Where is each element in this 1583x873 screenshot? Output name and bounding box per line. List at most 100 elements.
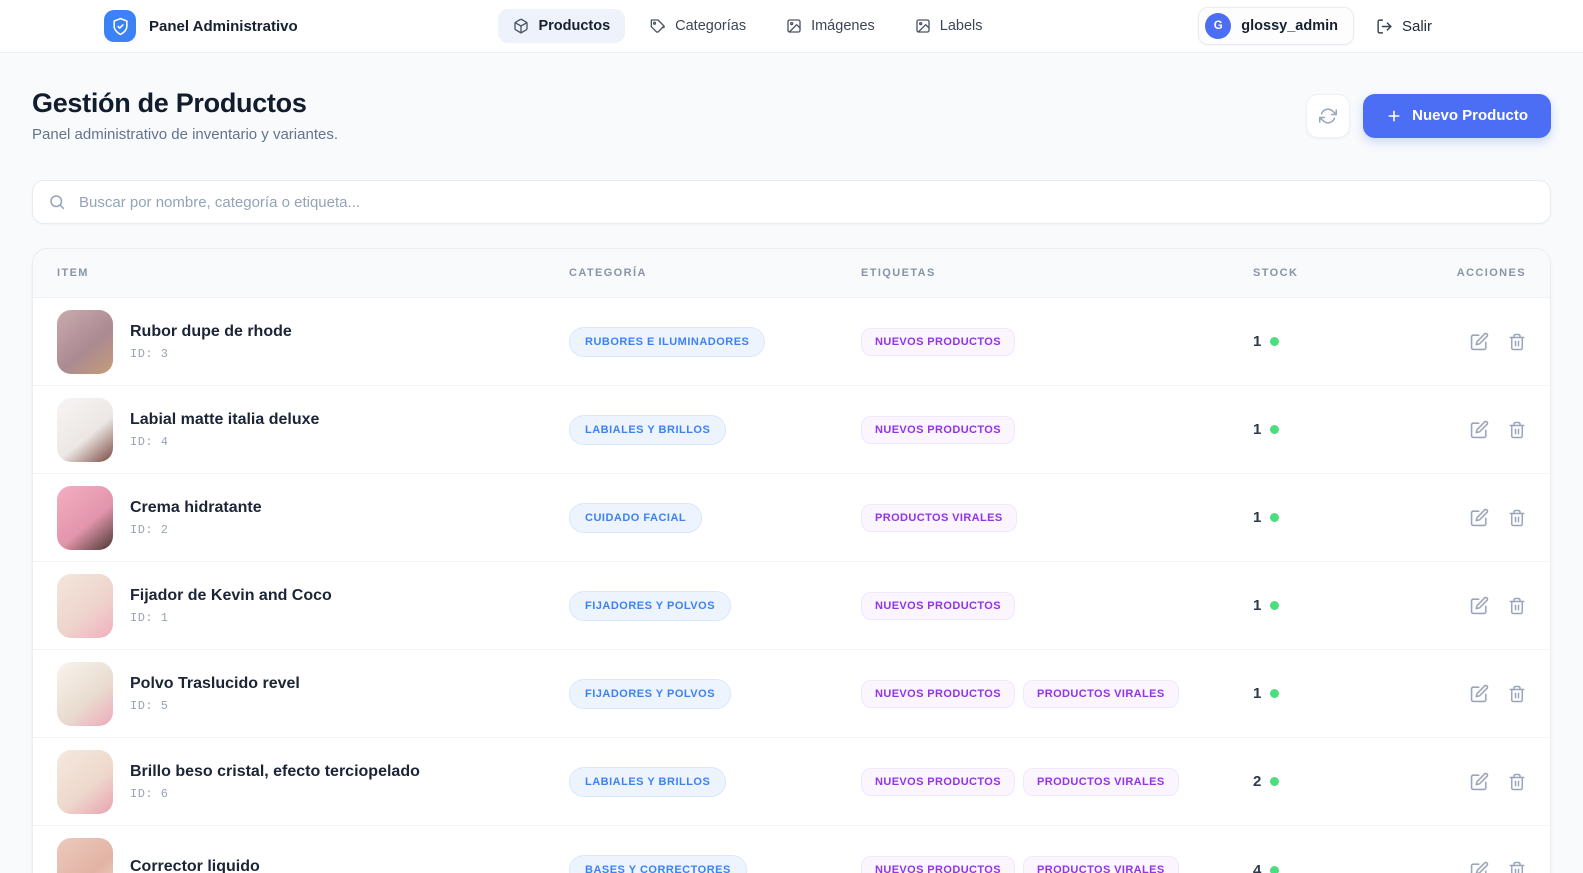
item-cell: Brillo beso cristal, efecto terciopelado… bbox=[57, 749, 569, 814]
tags-cell: PRODUCTOS VIRALES bbox=[861, 503, 1253, 532]
product-info: Labial matte italia deluxe ID: 4 bbox=[130, 411, 319, 449]
stock-cell: 1 bbox=[1253, 421, 1419, 438]
main-nav: Productos Categorías Imágenes Labels bbox=[498, 9, 997, 43]
tags-cell: NUEVOS PRODUCTOS bbox=[861, 415, 1253, 444]
edit-icon bbox=[1470, 684, 1489, 703]
category-badge: LABIALES Y BRILLOS bbox=[569, 414, 727, 445]
delete-button[interactable] bbox=[1508, 861, 1526, 873]
product-id: ID: 2 bbox=[130, 522, 169, 537]
edit-button[interactable] bbox=[1470, 332, 1489, 351]
delete-button[interactable] bbox=[1508, 333, 1526, 351]
tag-badge: PRODUCTOS VIRALES bbox=[1023, 856, 1179, 873]
edit-icon bbox=[1470, 420, 1489, 439]
table-row: Crema hidratante ID: 2 CUIDADO FACIAL PR… bbox=[33, 474, 1550, 562]
stock-status-dot bbox=[1270, 337, 1280, 346]
item-cell: Rubor dupe de rhode ID: 3 bbox=[57, 309, 569, 374]
table-row: Brillo beso cristal, efecto terciopelado… bbox=[33, 738, 1550, 826]
delete-button[interactable] bbox=[1508, 773, 1526, 791]
product-name: Polvo Traslucido revel bbox=[130, 674, 300, 692]
category-cell: BASES Y CORRECTORES bbox=[569, 855, 861, 873]
new-product-button[interactable]: Nuevo Producto bbox=[1363, 93, 1551, 138]
logout-button[interactable]: Salir bbox=[1376, 18, 1432, 35]
table-row: Labial matte italia deluxe ID: 4 LABIALE… bbox=[33, 386, 1550, 474]
tag-badge: NUEVOS PRODUCTOS bbox=[861, 767, 1015, 796]
tag-badge: PRODUCTOS VIRALES bbox=[1023, 679, 1179, 708]
nav-item-labels[interactable]: Labels bbox=[900, 9, 998, 43]
refresh-icon bbox=[1319, 107, 1338, 125]
refresh-button[interactable] bbox=[1306, 93, 1351, 138]
page-subtitle: Panel administrativo de inventario y var… bbox=[32, 126, 338, 143]
new-product-label: Nuevo Producto bbox=[1412, 107, 1528, 124]
brand-title: Panel Administrativo bbox=[149, 17, 298, 35]
actions-cell bbox=[1419, 596, 1526, 615]
page-head: Gestión de Productos Panel administrativ… bbox=[32, 88, 1551, 143]
column-header-categoria: CATEGORÍA bbox=[569, 267, 647, 279]
nav-label: Labels bbox=[939, 18, 983, 34]
item-cell: Labial matte italia deluxe ID: 4 bbox=[57, 397, 569, 462]
edit-button[interactable] bbox=[1470, 596, 1489, 615]
product-id: ID: 6 bbox=[130, 786, 169, 801]
stock-value: 1 bbox=[1253, 685, 1262, 702]
product-info: Crema hidratante ID: 2 bbox=[130, 499, 262, 537]
category-cell: FIJADORES Y POLVOS bbox=[569, 590, 861, 621]
edit-button[interactable] bbox=[1470, 420, 1489, 439]
product-name: Brillo beso cristal, efecto terciopelado bbox=[130, 762, 420, 780]
image-icon bbox=[786, 18, 802, 34]
stock-status-dot bbox=[1270, 513, 1280, 522]
tags-cell: NUEVOS PRODUCTOS bbox=[861, 591, 1253, 620]
delete-button[interactable] bbox=[1508, 509, 1526, 527]
edit-button[interactable] bbox=[1470, 772, 1489, 791]
product-id: ID: 3 bbox=[130, 346, 169, 361]
actions-cell bbox=[1419, 861, 1526, 873]
edit-icon bbox=[1470, 772, 1489, 791]
product-id: ID: 4 bbox=[130, 434, 169, 449]
stock-value: 1 bbox=[1253, 421, 1262, 438]
tags-cell: NUEVOS PRODUCTOS bbox=[861, 327, 1253, 356]
actions-cell bbox=[1419, 332, 1526, 351]
category-cell: LABIALES Y BRILLOS bbox=[569, 414, 861, 445]
column-header-item: ITEM bbox=[57, 267, 89, 279]
trash-icon bbox=[1508, 509, 1526, 527]
user-menu-button[interactable]: G glossy_admin bbox=[1198, 7, 1354, 45]
trash-icon bbox=[1508, 333, 1526, 351]
item-cell: Fijador de Kevin and Coco ID: 1 bbox=[57, 573, 569, 638]
column-header-etiquetas: ETIQUETAS bbox=[861, 267, 936, 279]
nav-item-categorias[interactable]: Categorías bbox=[635, 9, 761, 43]
category-badge: RUBORES E ILUMINADORES bbox=[569, 326, 766, 357]
product-name: Rubor dupe de rhode bbox=[130, 322, 292, 340]
delete-button[interactable] bbox=[1508, 597, 1526, 615]
edit-button[interactable] bbox=[1470, 861, 1489, 873]
tag-badge: NUEVOS PRODUCTOS bbox=[861, 327, 1015, 356]
actions-cell bbox=[1419, 772, 1526, 791]
category-badge: CUIDADO FACIAL bbox=[569, 502, 703, 533]
product-thumbnail bbox=[57, 661, 113, 726]
category-cell: LABIALES Y BRILLOS bbox=[569, 766, 861, 797]
category-badge: LABIALES Y BRILLOS bbox=[569, 766, 727, 797]
logout-label: Salir bbox=[1401, 17, 1432, 35]
stock-status-dot bbox=[1270, 601, 1280, 610]
category-cell: CUIDADO FACIAL bbox=[569, 502, 861, 533]
tag-badge: NUEVOS PRODUCTOS bbox=[861, 856, 1015, 873]
username: glossy_admin bbox=[1241, 18, 1338, 34]
product-thumbnail bbox=[57, 573, 113, 638]
stock-value: 1 bbox=[1253, 509, 1262, 526]
top-header: Panel Administrativo Productos Categoría… bbox=[0, 0, 1583, 53]
delete-button[interactable] bbox=[1508, 685, 1526, 703]
tags-icon bbox=[650, 18, 666, 34]
nav-label: Categorías bbox=[675, 18, 747, 34]
search-input[interactable] bbox=[32, 180, 1551, 224]
tags-cell: NUEVOS PRODUCTOS PRODUCTOS VIRALES bbox=[861, 767, 1253, 796]
item-cell: Crema hidratante ID: 2 bbox=[57, 485, 569, 550]
delete-button[interactable] bbox=[1508, 421, 1526, 439]
category-badge: BASES Y CORRECTORES bbox=[569, 855, 747, 873]
nav-label: Imágenes bbox=[811, 18, 875, 34]
category-badge: FIJADORES Y POLVOS bbox=[569, 678, 732, 709]
edit-button[interactable] bbox=[1470, 684, 1489, 703]
stock-cell: 4 bbox=[1253, 862, 1419, 873]
nav-item-productos[interactable]: Productos bbox=[498, 9, 626, 43]
trash-icon bbox=[1508, 861, 1526, 873]
nav-item-imagenes[interactable]: Imágenes bbox=[771, 9, 890, 43]
stock-value: 4 bbox=[1253, 861, 1262, 873]
edit-button[interactable] bbox=[1470, 508, 1489, 527]
main-content: Gestión de Productos Panel administrativ… bbox=[0, 88, 1583, 873]
